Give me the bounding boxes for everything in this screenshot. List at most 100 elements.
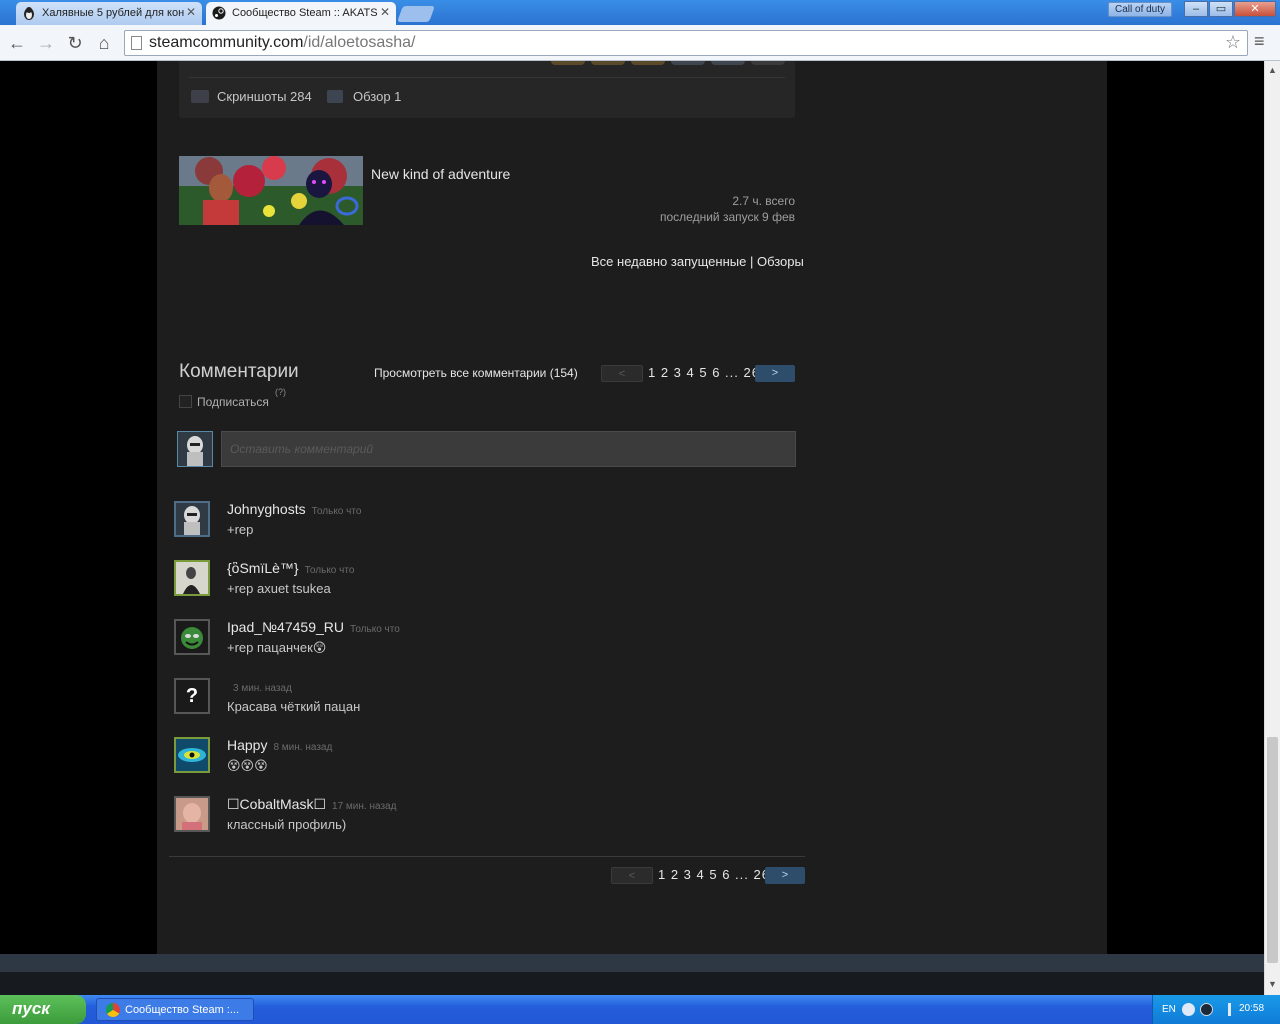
pager-next-button[interactable]: > [765,867,805,884]
comment-author[interactable]: {ὃSmïLè™} [227,560,299,576]
showcase-item[interactable] [591,61,625,65]
showcase-item[interactable] [751,61,785,65]
page-icon [131,36,142,50]
tab-title: Сообщество Steam :: AKATS [232,7,378,19]
tab-close-icon[interactable]: ✕ [380,5,390,19]
comment-item: Ipad_№47459_RU Только что +rep пацанчек😲 [174,619,794,669]
avatar-image [176,621,208,653]
pager-pages[interactable]: 1 2 3 4 5 6 ... 26 [658,867,770,882]
comment-author-line: Happy 8 мин. назад [227,737,332,753]
commenter-avatar[interactable] [174,796,210,832]
pager-prev-button[interactable]: < [601,365,643,382]
minimize-icon[interactable]: – [1184,1,1208,17]
subscribe-checkbox[interactable] [179,395,192,408]
menu-icon[interactable]: ≡ [1254,31,1265,52]
browser-toolbar: ← → ↻ ⌂ steamcommunity.com/id/aloetosash… [0,25,1280,61]
commenter-avatar[interactable] [174,501,210,537]
reload-icon[interactable]: ↻ [64,32,86,54]
game-capsule-image[interactable] [179,156,363,225]
comment-time: Только что [304,565,355,576]
language-indicator[interactable]: EN [1162,1004,1176,1015]
comment-time: Только что [350,624,400,635]
game-name[interactable]: New kind of adventure [371,166,510,182]
comments-pager-top: < 1 2 3 4 5 6 ... 26 > [601,365,801,382]
address-bar[interactable]: steamcommunity.com/id/aloetosasha/ ☆ [124,30,1248,56]
browser-profile-button[interactable]: Call of duty [1108,2,1173,17]
back-icon[interactable]: ← [6,32,28,54]
maximize-icon[interactable]: ▭ [1209,1,1233,17]
comment-input[interactable] [221,431,796,467]
penguin-favicon-icon [24,7,34,20]
subscribe-help-link[interactable]: (?) [275,387,286,397]
pager-prev-button[interactable]: < [611,867,653,884]
comment-item: Happy 8 мин. назад 😵😵😵 [174,737,794,787]
comment-time: 3 мин. назад [233,683,292,694]
avatar-image [176,562,208,594]
comment-text: +rep axuet tsukea [227,581,331,596]
commenter-avatar[interactable] [174,560,210,596]
scroll-up-icon[interactable]: ▲ [1268,65,1277,75]
divider [189,77,785,78]
comment-text: 😵😵😵 [227,758,268,773]
question-mark-icon[interactable]: ? [174,678,210,714]
recent-activity-links: Все недавно запущенные | Обзоры [591,254,804,269]
comment-author[interactable]: Ipad_№47459_RU [227,619,344,635]
comments-pager-bottom: < 1 2 3 4 5 6 ... 26 > [611,867,811,884]
signal-icon[interactable] [1218,1003,1231,1016]
avatar-image [176,798,208,830]
window-close-icon[interactable]: ✕ [1234,1,1276,17]
comment-author[interactable]: Happy [227,737,267,753]
pager-pages[interactable]: 1 2 3 4 5 6 ... 26 [648,365,760,380]
comment-item: {ὃSmïLè™} Только что +rep axuet tsukea [174,560,794,610]
subscribe-label[interactable]: Подписаться [197,395,269,409]
scroll-thumb[interactable] [1267,737,1278,963]
camera-icon [191,90,209,103]
system-tray: EN 20:58 [1152,995,1280,1024]
reviews-link[interactable]: Обзор 1 [353,89,401,104]
reviews-link[interactable]: Обзоры [757,254,804,269]
screenshots-link[interactable]: Скриншоты 284 [217,89,312,104]
page-bottom-band [0,954,1264,972]
thumbs-up-icon [327,90,343,103]
tab-close-icon[interactable]: ✕ [186,5,196,19]
comment-author[interactable]: ☐CobaltMask☐ [227,796,326,812]
clock: 20:58 [1239,1003,1265,1014]
comment-text: +rep пацанчек😲 [227,640,327,655]
new-tab-button[interactable] [397,6,435,22]
view-all-comments-link[interactable]: Просмотреть все комментарии (154) [374,366,578,380]
profile-content: Скриншоты 284 Обзор 1 New kind of advent… [157,61,1107,954]
showcase-item[interactable] [631,61,665,65]
url-host: steamcommunity.com [149,34,304,51]
tray-expand-icon[interactable] [1182,1003,1195,1016]
taskbar-item-label: Сообщество Steam :... [125,1004,240,1016]
commenter-avatar[interactable] [174,619,210,655]
all-recent-link[interactable]: Все недавно запущенные [591,254,746,269]
comment-author[interactable]: Johnyghosts [227,501,306,517]
tab-inactive[interactable]: Халявные 5 рублей для кон ✕ [16,2,202,25]
scroll-down-icon[interactable]: ▼ [1268,979,1277,989]
steam-favicon-icon [212,6,226,20]
taskbar-item-browser[interactable]: Сообщество Steam :... [96,998,254,1021]
pager-next-button[interactable]: > [755,365,795,382]
commenter-avatar[interactable] [174,737,210,773]
steam-tray-icon[interactable] [1200,1003,1213,1016]
tab-active[interactable]: Сообщество Steam :: AKATS ✕ [206,2,396,25]
page-scrollbar[interactable]: ▲ ▼ [1264,61,1280,995]
forward-icon[interactable]: → [35,32,57,54]
url-text: steamcommunity.com/id/aloetosasha/ [149,34,415,52]
showcase-item[interactable] [711,61,745,65]
my-avatar [177,431,213,467]
browser-titlebar: Халявные 5 рублей для кон ✕ Сообщество S… [0,0,1280,25]
game-hours: 2.7 ч. всего [732,194,795,208]
comment-author-line: ☐CobaltMask☐ 17 мин. назад [227,796,396,813]
comment-time: 17 мин. назад [332,801,397,812]
avatar-image [176,739,208,771]
bookmark-star-icon[interactable]: ☆ [1225,32,1241,53]
showcase-item[interactable] [551,61,585,65]
start-label: пуск [12,999,50,1018]
home-icon[interactable]: ⌂ [93,32,115,54]
start-button[interactable]: пуск [0,995,86,1024]
comment-text: Красава чёткий пацан [227,699,361,714]
game-last-played: последний запуск 9 фев [659,210,795,224]
showcase-item[interactable] [671,61,705,65]
